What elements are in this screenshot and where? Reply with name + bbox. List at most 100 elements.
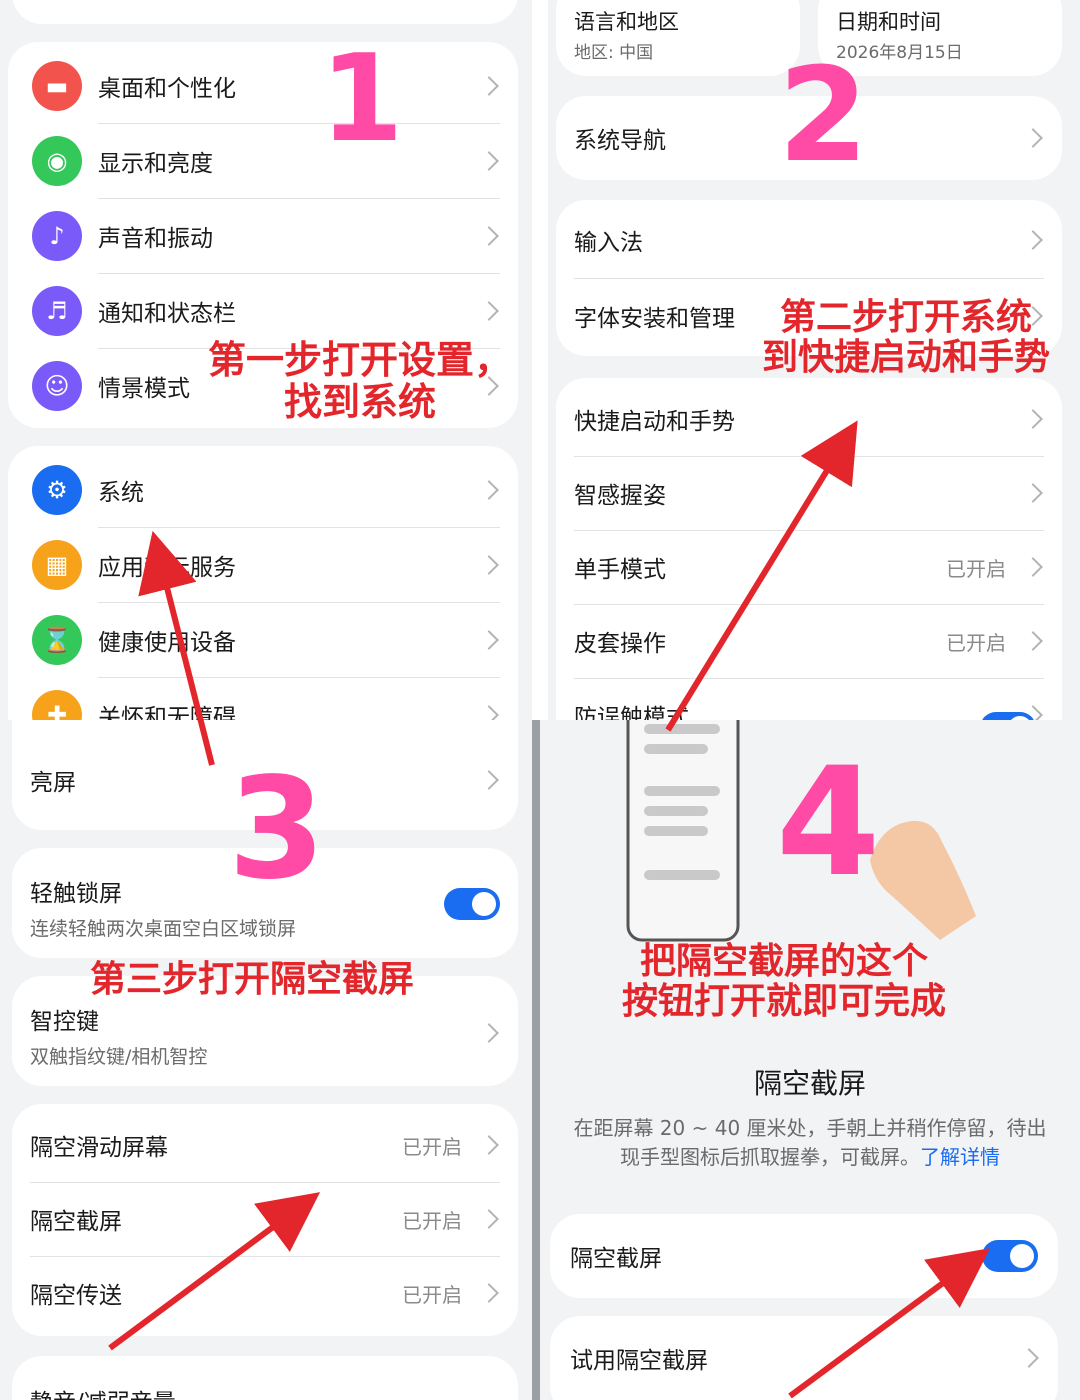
settings-row[interactable]: 隔空传送 已开启 [12,1256,518,1330]
settings-row[interactable]: ♪ 声音和振动 [8,198,518,273]
air-screenshot-toggle[interactable] [982,1240,1038,1272]
chevron-right-icon [479,704,499,720]
mute-label: 静音/减弱音量 [30,1383,176,1400]
system-panel-step2: 语言和地区 地区: 中国 日期和时间 2026年8月15日 系统导航 输入法 字体… [548,0,1080,720]
gear-icon: ⚙ [32,464,82,515]
settings-row-label: 智感握姿 [574,483,666,509]
panel-gap [532,0,548,720]
settings-row-label: 字体安装和管理 [574,306,735,332]
settings-card-top-partial [12,0,518,24]
settings-row-label: 隔空截屏 [30,1209,122,1235]
system-navigation-label: 系统导航 [574,128,666,154]
try-air-screenshot-label: 试用隔空截屏 [570,1348,708,1374]
settings-row[interactable]: 智感握姿 [556,456,1062,530]
paint-roller-icon: ▬ [32,60,82,111]
settings-row[interactable]: 单手模式 已开启 [556,530,1062,604]
settings-row-label: 输入法 [574,230,643,256]
hand-icon [870,820,976,940]
tap-lock-sub: 连续轻触两次桌面空白区域锁屏 [30,918,297,940]
air-gesture-card: 隔空滑动屏幕 已开启 隔空截屏 已开启 隔空传送 已开启 [12,1104,518,1336]
chevron-right-icon [479,479,499,500]
tile-title: 日期和时间 [836,10,941,34]
air-screenshot-desc: 在距屏幕 20 ~ 40 厘米处，手朝上并稍作停留，待出现手型图标后抓取握拳，可… [564,1114,1056,1172]
step4-annotation: 把隔空截屏的这个 按钮打开就即可完成 [621,941,946,1022]
gesture-card: 快捷启动和手势 智感握姿单手模式 已开启皮套操作 已开启防误触模式 [556,378,1062,720]
settings-row[interactable]: 防误触模式 [556,678,1062,720]
settings-row-label: 健康使用设备 [98,629,236,656]
chevron-right-icon [479,554,499,575]
settings-row[interactable]: 输入法 [556,202,1062,278]
smart-key-sub: 双触指纹键/相机智控 [30,1046,208,1068]
chevron-right-icon [479,1209,499,1229]
status-text: 已开启 [402,1282,462,1307]
settings-row-label: 系统 [98,479,144,506]
chevron-right-icon [479,225,499,246]
settings-row[interactable]: ⌛ 健康使用设备 [8,602,518,677]
air-screenshot-toggle-label: 隔空截屏 [570,1246,662,1272]
settings-row-label: 皮套操作 [574,631,666,657]
status-text: 已开启 [402,1208,462,1233]
settings-row[interactable]: ✚ 关怀和无障碍 [8,677,518,720]
bell-icon: ♬ [32,285,82,336]
chevron-right-icon [1019,1348,1039,1368]
learn-more-link[interactable]: 了解详情 [920,1145,1000,1169]
settings-row-label: 隔空传送 [30,1283,122,1309]
apps-grid-icon: ▦ [32,539,82,590]
accessibility-icon: ✚ [32,689,82,720]
settings-row[interactable]: 隔空截屏 已开启 [12,1182,518,1256]
settings-row[interactable]: 皮套操作 已开启 [556,604,1062,678]
step3-annotation: 第三步打开隔空截屏 [90,959,415,1000]
chevron-right-icon [479,150,499,171]
settings-card-system: ⚙ 系统 ▦ 应用和元服务 ⌛ 健康使用设备 ✚ 关怀和无障碍 [8,446,518,720]
person-circle-icon: ☺ [32,360,82,411]
settings-row[interactable]: ▬ 桌面和个性化 [8,48,518,123]
settings-row-label: 声音和振动 [98,225,213,252]
gesture-panel-step3: 亮屏 轻触锁屏 连续轻触两次桌面空白区域锁屏 智控键 双触指纹键/相机智控 隔空… [0,720,532,1400]
eye-icon: ◉ [32,135,82,186]
settings-row-label: 情景模式 [98,375,190,402]
try-air-screenshot-card[interactable]: 试用隔空截屏 [550,1316,1058,1400]
chevron-right-icon [1023,483,1043,503]
settings-row-label: 防误触模式 [574,705,689,720]
settings-row[interactable]: ♬ 通知和状态栏 [8,273,518,348]
settings-row[interactable]: ⚙ 系统 [8,452,518,527]
bright-screen-label: 亮屏 [30,770,76,796]
settings-row[interactable]: 隔空滑动屏幕 已开启 [12,1108,518,1182]
status-text: 已开启 [946,630,1006,655]
settings-row[interactable]: ▦ 应用和元服务 [8,527,518,602]
step1-number: 1 [320,30,404,169]
chevron-right-icon [1023,128,1043,148]
language-region-tile[interactable]: 语言和地区 地区: 中国 [556,0,800,76]
chevron-right-icon [479,1023,499,1043]
step2-number: 2 [778,39,869,191]
tile-title: 语言和地区 [574,10,679,34]
panel-divider [532,720,540,1400]
chevron-right-icon [1023,631,1043,651]
chevron-right-icon [479,1135,499,1155]
mute-card[interactable]: 静音/减弱音量 [12,1356,518,1400]
settings-row-label: 单手模式 [574,557,666,583]
settings-row[interactable]: ◉ 显示和亮度 [8,123,518,198]
chevron-right-icon [479,75,499,96]
air-screenshot-title: 隔空截屏 [753,1067,866,1100]
tile-sub: 地区: 中国 [574,43,654,63]
tap-lock-toggle[interactable] [444,888,500,920]
air-screenshot-toggle-card: 隔空截屏 [550,1214,1058,1298]
chevron-right-icon [1023,230,1043,250]
settings-row-label: 应用和元服务 [98,554,236,581]
settings-row-label: 桌面和个性化 [98,75,236,102]
settings-row-label: 快捷启动和手势 [574,409,735,435]
air-screenshot-panel-step4: 把隔空截屏的这个 按钮打开就即可完成 4 隔空截屏 在距屏幕 20 ~ 40 厘米… [540,720,1080,1400]
anti-touch-toggle[interactable] [980,712,1036,720]
smart-key-title: 智控键 [30,1009,99,1035]
chevron-right-icon [479,770,499,790]
settings-row-label: 关怀和无障碍 [98,704,236,721]
step2-annotation: 第二步打开系统 到快捷启动和手势 [761,297,1050,378]
settings-row-label: 隔空滑动屏幕 [30,1135,168,1161]
hourglass-icon: ⌛ [32,614,82,665]
step3-number: 3 [228,748,326,911]
chevron-right-icon [479,1283,499,1303]
chevron-right-icon [479,629,499,650]
settings-row-label: 显示和亮度 [98,150,213,177]
settings-row[interactable]: 快捷启动和手势 [556,382,1062,456]
